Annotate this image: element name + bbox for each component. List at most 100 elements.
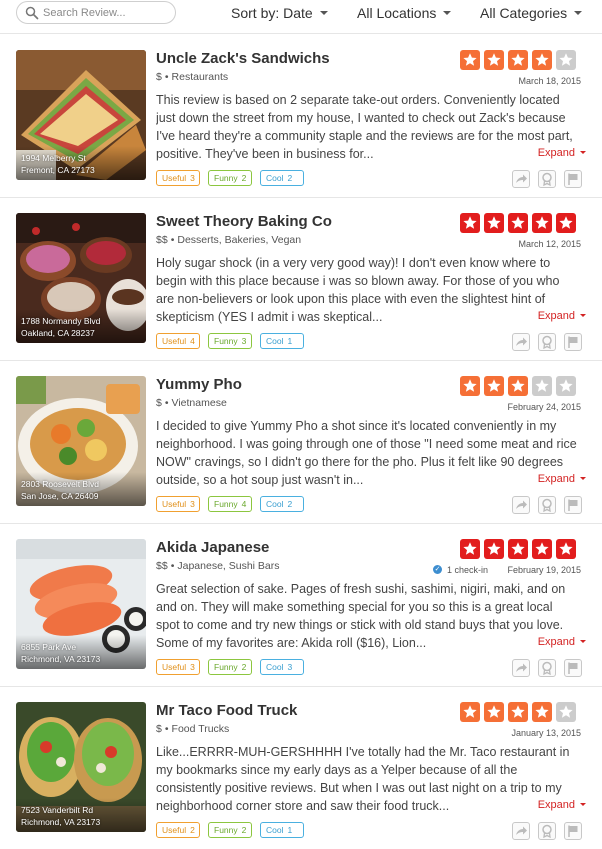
cool-button[interactable]: Cool 1 bbox=[260, 822, 304, 838]
cool-count: 2 bbox=[287, 173, 293, 183]
report-button[interactable] bbox=[564, 659, 582, 677]
useful-button[interactable]: Useful 4 bbox=[156, 333, 200, 349]
business-meta: $$ • Japanese, Sushi Bars bbox=[156, 560, 280, 572]
funny-count: 2 bbox=[241, 173, 247, 183]
review-date: March 18, 2015 bbox=[518, 76, 581, 86]
address-overlay: 1994 Melberry St Fremont, CA 27173 bbox=[16, 146, 146, 180]
star-icon bbox=[508, 213, 528, 233]
address-city: Richmond, VA 23173 bbox=[21, 654, 101, 664]
business-photo[interactable]: 2803 Roosevelt Blvd San Jose, CA 26409 bbox=[16, 376, 146, 506]
business-name-link[interactable]: Mr Taco Food Truck bbox=[156, 702, 297, 719]
cool-label: Cool bbox=[266, 662, 284, 672]
funny-button[interactable]: Funny 3 bbox=[208, 333, 252, 349]
business-categories: Vietnamese bbox=[171, 397, 227, 409]
locations-dropdown[interactable]: All Locations bbox=[357, 5, 452, 21]
funny-button[interactable]: Funny 2 bbox=[208, 659, 252, 675]
business-photo[interactable]: 6855 Park Ave Richmond, VA 23173 bbox=[16, 539, 146, 669]
address-street: 1994 Melberry St bbox=[21, 153, 86, 163]
share-button[interactable] bbox=[512, 170, 530, 188]
business-name-link[interactable]: Akida Japanese bbox=[156, 539, 269, 556]
star-icon bbox=[556, 50, 576, 70]
business-photo[interactable]: 1994 Melberry St Fremont, CA 27173 bbox=[16, 50, 146, 180]
star-icon bbox=[484, 213, 504, 233]
address-city: San Jose, CA 26409 bbox=[21, 491, 99, 501]
report-button[interactable] bbox=[564, 822, 582, 840]
funny-label: Funny bbox=[214, 173, 238, 183]
business-photo[interactable]: 7523 Vanderbilt Rd Richmond, VA 23173 bbox=[16, 702, 146, 832]
funny-button[interactable]: Funny 2 bbox=[208, 170, 252, 186]
flag-icon bbox=[568, 173, 578, 185]
business-meta: $ • Restaurants bbox=[156, 71, 229, 83]
share-button[interactable] bbox=[512, 822, 530, 840]
business-name-link[interactable]: Yummy Pho bbox=[156, 376, 242, 393]
expand-link[interactable]: Expand bbox=[538, 799, 586, 811]
share-button[interactable] bbox=[512, 659, 530, 677]
compliment-button[interactable] bbox=[538, 496, 556, 514]
share-button[interactable] bbox=[512, 333, 530, 351]
useful-button[interactable]: Useful 3 bbox=[156, 170, 200, 186]
star-rating bbox=[460, 539, 581, 559]
funny-button[interactable]: Funny 2 bbox=[208, 822, 252, 838]
business-categories: Japanese, Sushi Bars bbox=[177, 560, 280, 572]
expand-link[interactable]: Expand bbox=[538, 310, 586, 322]
funny-label: Funny bbox=[214, 662, 238, 672]
address-street: 1788 Normandy Blvd bbox=[21, 316, 101, 326]
useful-button[interactable]: Useful 3 bbox=[156, 659, 200, 675]
cool-label: Cool bbox=[266, 173, 284, 183]
expand-link[interactable]: Expand bbox=[538, 473, 586, 485]
report-button[interactable] bbox=[564, 170, 582, 188]
business-meta: $ • Vietnamese bbox=[156, 397, 227, 409]
flag-icon bbox=[568, 499, 578, 511]
chevron-down-icon bbox=[580, 802, 586, 806]
star-icon bbox=[460, 213, 480, 233]
compliment-button[interactable] bbox=[538, 822, 556, 840]
filter-bar: Sort by: Date All Locations All Categori… bbox=[0, 0, 602, 30]
cool-button[interactable]: Cool 3 bbox=[260, 659, 304, 675]
business-meta: $ • Food Trucks bbox=[156, 723, 230, 735]
sort-dropdown[interactable]: Sort by: Date bbox=[231, 5, 328, 21]
categories-dropdown[interactable]: All Categories bbox=[480, 5, 583, 21]
locations-dropdown-label: All Locations bbox=[357, 5, 437, 21]
business-name-link[interactable]: Sweet Theory Baking Co bbox=[156, 213, 332, 230]
business-categories: Food Trucks bbox=[171, 723, 230, 735]
business-photo[interactable]: 1788 Normandy Blvd Oakland, CA 28237 bbox=[16, 213, 146, 343]
compliment-button[interactable] bbox=[538, 659, 556, 677]
cool-button[interactable]: Cool 2 bbox=[260, 170, 304, 186]
useful-label: Useful bbox=[162, 173, 187, 183]
chevron-down-icon bbox=[580, 313, 586, 317]
review-text: I decided to give Yummy Pho a shot since… bbox=[156, 419, 577, 487]
star-icon bbox=[532, 539, 552, 559]
share-icon bbox=[516, 337, 527, 346]
cool-button[interactable]: Cool 2 bbox=[260, 496, 304, 512]
compliment-button[interactable] bbox=[538, 333, 556, 351]
star-icon bbox=[484, 539, 504, 559]
review-actions bbox=[512, 496, 582, 514]
share-button[interactable] bbox=[512, 496, 530, 514]
review-date: January 13, 2015 bbox=[511, 728, 581, 738]
search-input[interactable] bbox=[43, 5, 169, 21]
cool-button[interactable]: Cool 1 bbox=[260, 333, 304, 349]
star-icon bbox=[460, 539, 480, 559]
review-date: March 12, 2015 bbox=[518, 239, 581, 249]
business-name-link[interactable]: Uncle Zack's Sandwichs bbox=[156, 50, 330, 67]
expand-label: Expand bbox=[537, 147, 575, 159]
star-icon bbox=[508, 539, 528, 559]
flag-icon bbox=[568, 662, 578, 674]
useful-button[interactable]: Useful 2 bbox=[156, 822, 200, 838]
address-overlay: 2803 Roosevelt Blvd San Jose, CA 26409 bbox=[16, 472, 146, 506]
report-button[interactable] bbox=[564, 496, 582, 514]
star-icon bbox=[556, 376, 576, 396]
address-city: Fremont, CA 27173 bbox=[21, 165, 95, 175]
star-icon bbox=[460, 376, 480, 396]
report-button[interactable] bbox=[564, 333, 582, 351]
compliment-button[interactable] bbox=[538, 170, 556, 188]
cool-count: 2 bbox=[287, 499, 293, 509]
search-box[interactable] bbox=[16, 1, 176, 24]
expand-link[interactable]: Expand bbox=[538, 147, 586, 159]
cool-count: 3 bbox=[287, 662, 293, 672]
award-icon bbox=[542, 824, 552, 839]
expand-link[interactable]: Expand bbox=[538, 636, 586, 648]
price-range: $$ bbox=[156, 234, 168, 246]
funny-button[interactable]: Funny 4 bbox=[208, 496, 252, 512]
useful-button[interactable]: Useful 3 bbox=[156, 496, 200, 512]
